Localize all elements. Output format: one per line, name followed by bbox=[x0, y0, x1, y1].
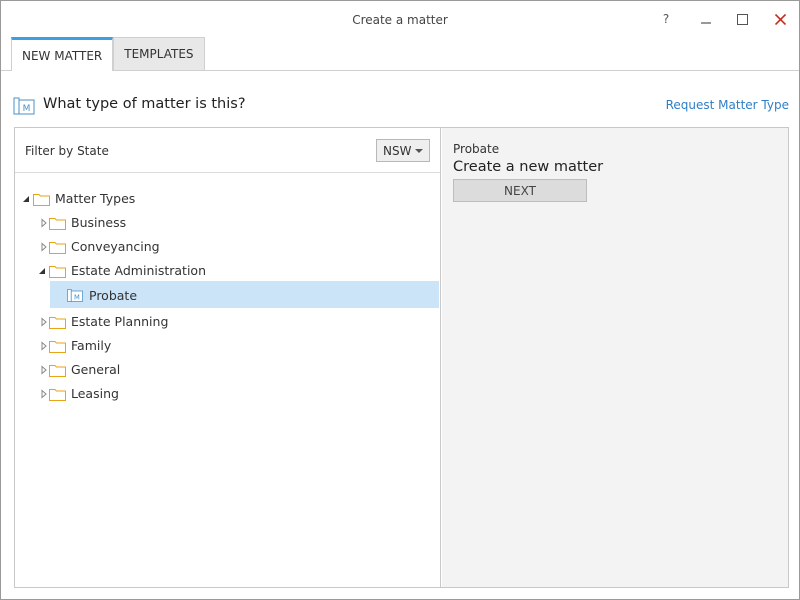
tree-node-label: Family bbox=[71, 338, 112, 353]
folder-icon bbox=[49, 365, 66, 377]
tab-strip: NEW MATTER TEMPLATES bbox=[11, 37, 205, 71]
tree-node-probate[interactable]: M Probate bbox=[50, 283, 439, 307]
matter-panel: Filter by State NSW Matter Types Busines… bbox=[14, 127, 789, 588]
filter-label: Filter by State bbox=[25, 144, 109, 158]
detail-category: Probate bbox=[453, 142, 500, 156]
maximize-button[interactable] bbox=[725, 7, 759, 31]
collapsed-arrow-icon bbox=[41, 389, 47, 399]
help-icon: ? bbox=[662, 12, 670, 26]
folder-icon bbox=[49, 317, 66, 329]
close-button[interactable] bbox=[763, 7, 797, 31]
request-matter-type-link[interactable]: Request Matter Type bbox=[666, 98, 789, 112]
filter-bar: Filter by State NSW bbox=[15, 128, 440, 173]
create-matter-window: Create a matter ? NEW MATTER TEMPLATES M… bbox=[0, 0, 800, 600]
folder-icon bbox=[49, 341, 66, 353]
state-dropdown-value: NSW bbox=[383, 143, 412, 158]
tab-divider bbox=[1, 70, 799, 71]
folder-icon bbox=[33, 194, 50, 206]
expanded-arrow-icon bbox=[39, 268, 45, 274]
folder-icon bbox=[49, 242, 66, 254]
collapsed-arrow-icon bbox=[41, 242, 47, 252]
expanded-arrow-icon bbox=[23, 196, 29, 202]
minimize-icon bbox=[701, 22, 711, 24]
next-button[interactable]: NEXT bbox=[453, 179, 587, 202]
matter-type-pane: Filter by State NSW Matter Types Busines… bbox=[15, 128, 441, 587]
tree-node-label: Estate Planning bbox=[71, 314, 169, 329]
chevron-down-icon bbox=[415, 149, 423, 153]
svg-text:M: M bbox=[23, 104, 31, 114]
tree-node-leasing[interactable]: Leasing bbox=[15, 382, 440, 406]
collapsed-arrow-icon bbox=[41, 218, 47, 228]
minimize-button[interactable] bbox=[689, 7, 723, 31]
folder-icon bbox=[49, 266, 66, 278]
tree-node-matter-types[interactable]: Matter Types bbox=[15, 187, 440, 211]
tree-node-label: Conveyancing bbox=[71, 239, 160, 254]
svg-text:M: M bbox=[74, 293, 80, 301]
tree-node-label: Business bbox=[71, 215, 127, 230]
tree-node-label: Leasing bbox=[71, 386, 119, 401]
folder-icon bbox=[49, 218, 66, 230]
tree-node-conveyancing[interactable]: Conveyancing bbox=[15, 235, 440, 259]
collapsed-arrow-icon bbox=[41, 317, 47, 327]
tab-new-matter[interactable]: NEW MATTER bbox=[11, 37, 114, 71]
collapsed-arrow-icon bbox=[41, 365, 47, 375]
maximize-icon bbox=[736, 13, 748, 25]
help-button[interactable]: ? bbox=[649, 7, 683, 31]
tree-node-family[interactable]: Family bbox=[15, 334, 440, 358]
tree-node-label: Probate bbox=[89, 288, 138, 303]
tree-node-general[interactable]: General bbox=[15, 358, 440, 382]
tree-node-business[interactable]: Business bbox=[15, 211, 440, 235]
matter-detail-pane: Probate Create a new matter NEXT bbox=[442, 128, 788, 587]
heading-row: M What type of matter is this? Request M… bbox=[13, 95, 789, 117]
tree-node-label: Estate Administration bbox=[71, 263, 207, 278]
folder-icon bbox=[49, 389, 66, 401]
matter-icon: M bbox=[13, 97, 35, 115]
close-icon bbox=[774, 13, 786, 25]
title-bar: Create a matter ? bbox=[1, 1, 799, 37]
tree-node-estate-planning[interactable]: Estate Planning bbox=[15, 310, 440, 334]
page-title: What type of matter is this? bbox=[43, 96, 246, 112]
tab-templates[interactable]: TEMPLATES bbox=[113, 37, 205, 70]
collapsed-arrow-icon bbox=[41, 341, 47, 351]
matter-icon: M bbox=[67, 289, 83, 302]
tree-node-label: General bbox=[71, 362, 121, 377]
tree-node-estate-administration[interactable]: Estate Administration bbox=[15, 259, 440, 283]
detail-headline: Create a new matter bbox=[453, 159, 604, 175]
state-dropdown[interactable]: NSW bbox=[376, 139, 430, 162]
tree-node-label: Matter Types bbox=[55, 191, 136, 206]
